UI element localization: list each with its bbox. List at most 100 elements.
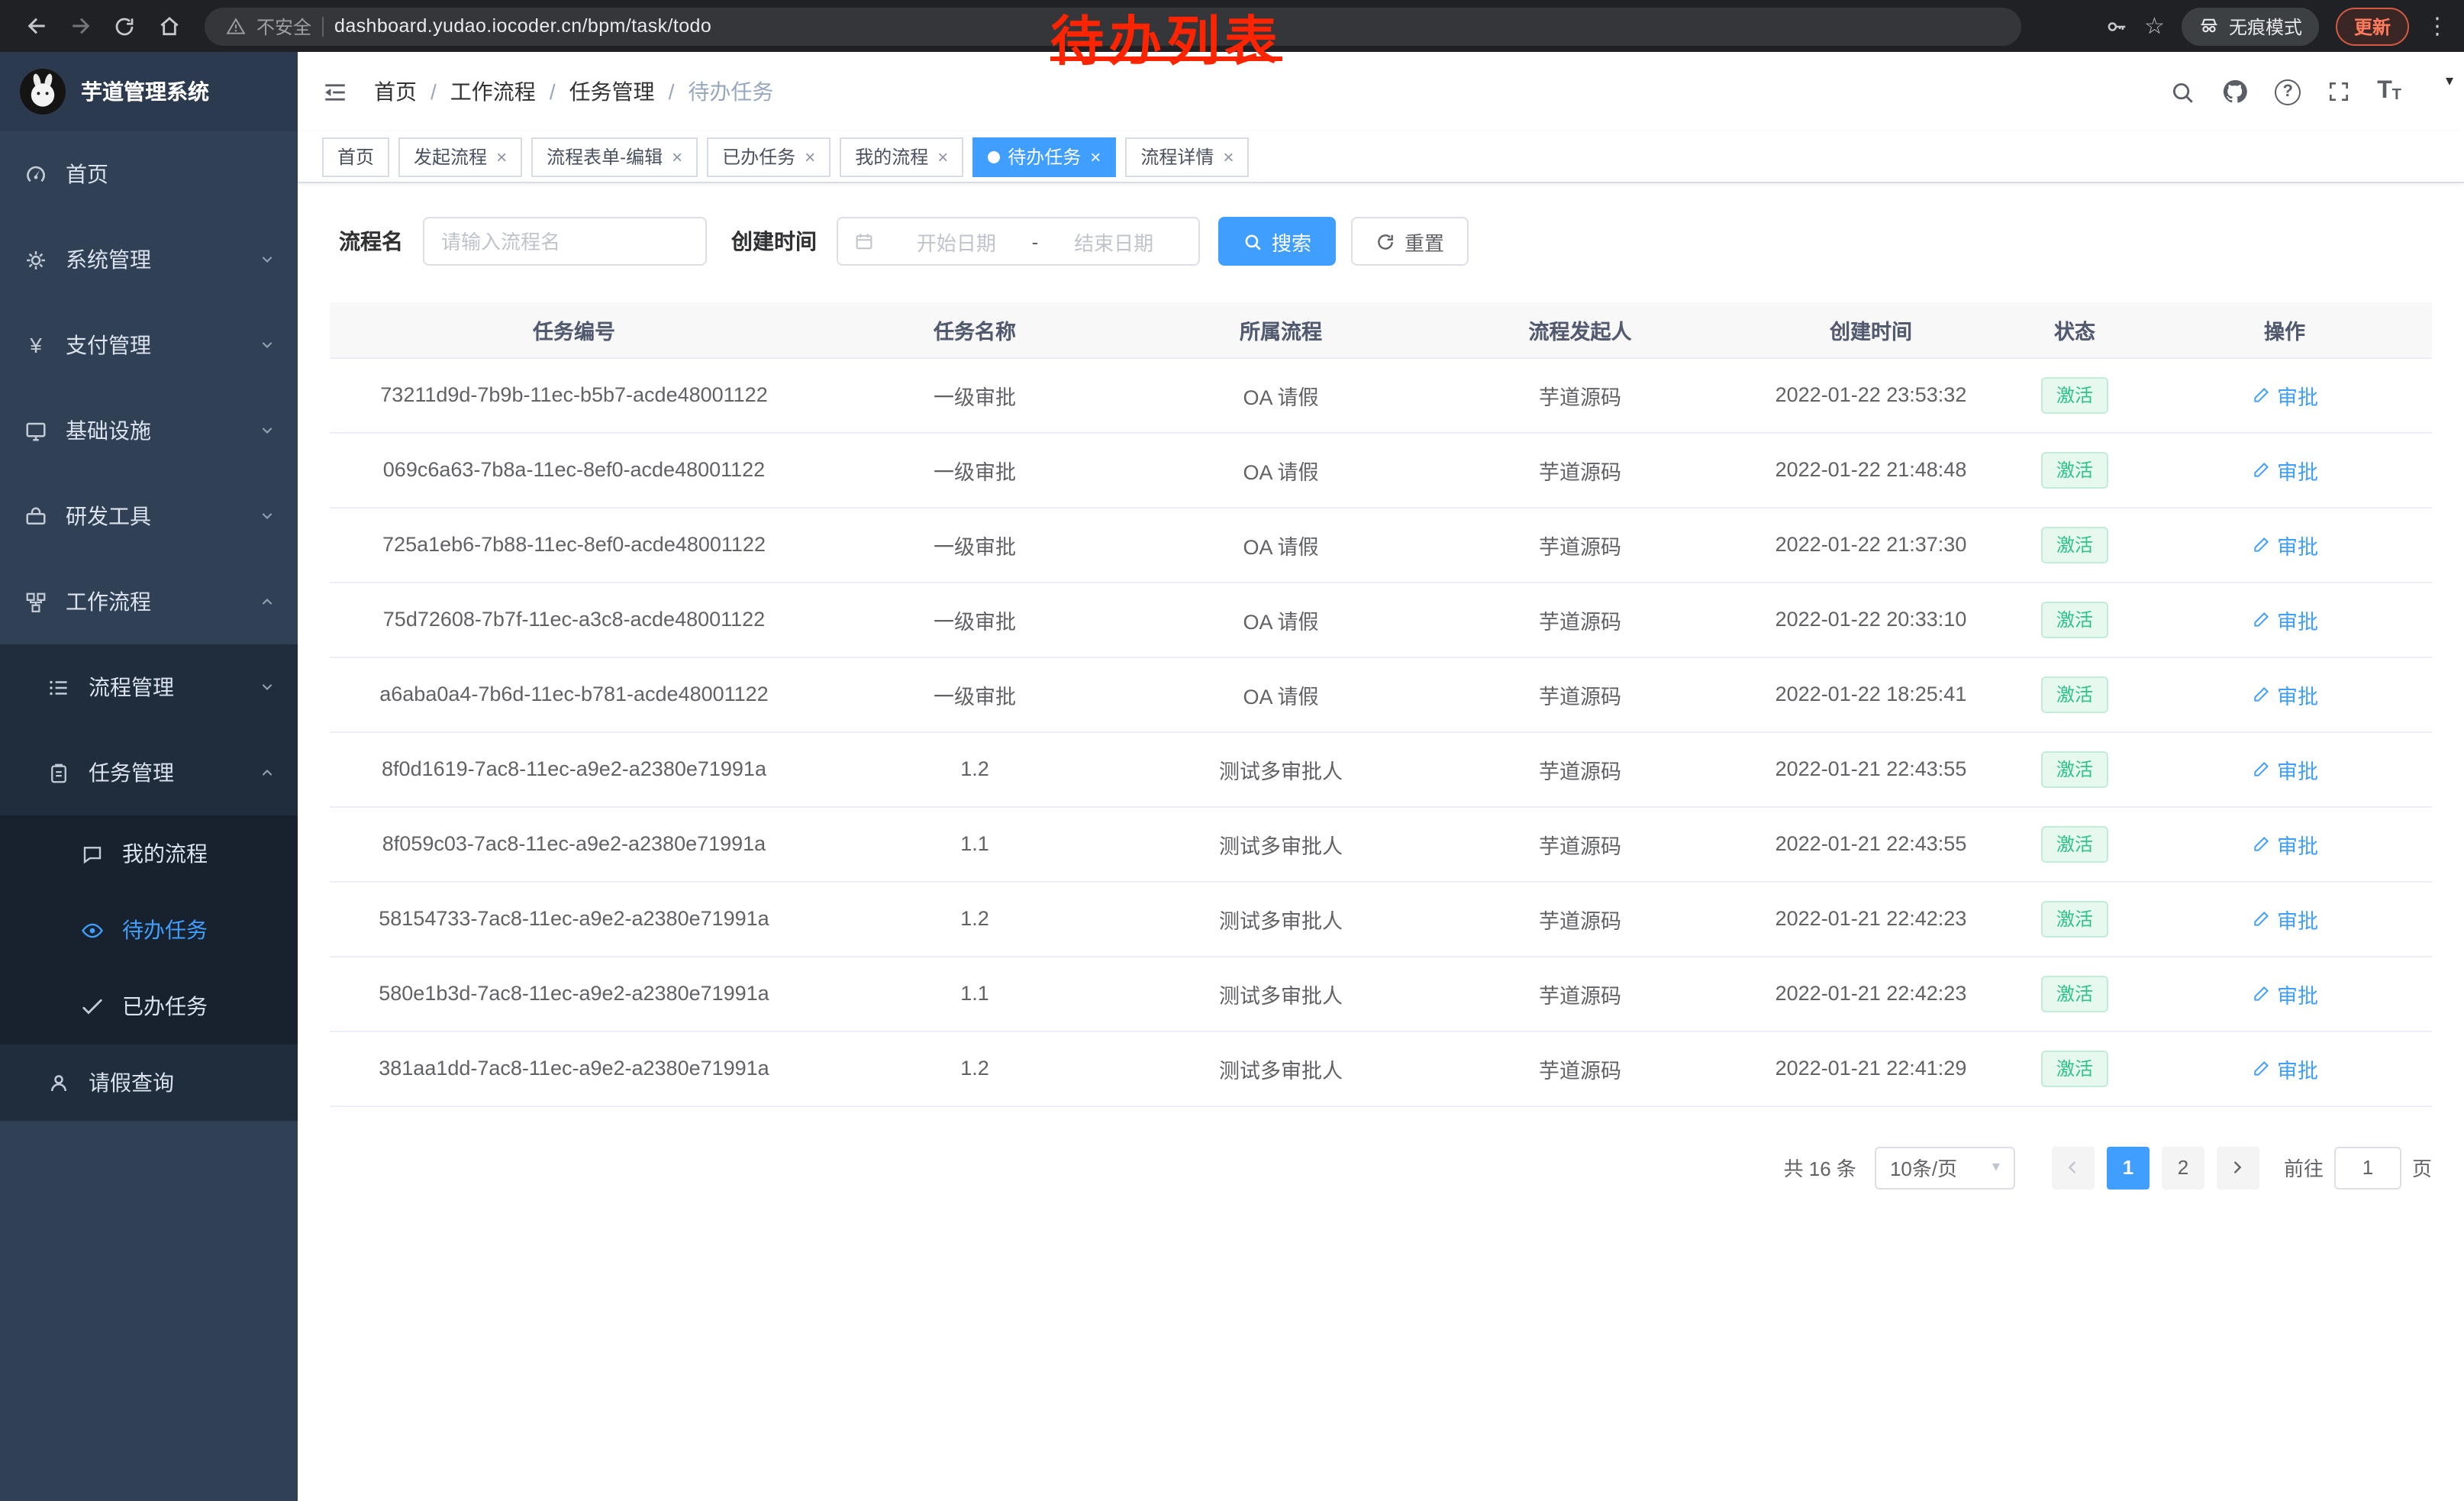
approve-link[interactable]: 审批 xyxy=(2251,978,2318,1009)
status-badge: 激活 xyxy=(2041,676,2108,712)
app-logo[interactable]: 芋道管理系统 xyxy=(0,52,298,131)
search-button-label: 搜索 xyxy=(1272,227,1311,256)
cell-process: 测试多审批人 xyxy=(1131,731,1430,806)
breadcrumb-task-management[interactable]: 任务管理 xyxy=(569,76,655,107)
sidebar-item-infrastructure[interactable]: 基础设施 xyxy=(0,388,298,473)
goto-page-input[interactable] xyxy=(2334,1146,2401,1189)
sidebar-item-home[interactable]: 首页 xyxy=(0,131,298,217)
cell-created: 2022-01-21 22:43:55 xyxy=(1730,806,2012,881)
cell-created: 2022-01-21 22:43:55 xyxy=(1730,731,2012,806)
github-icon[interactable] xyxy=(2221,78,2249,105)
tab-home[interactable]: 首页 xyxy=(322,137,389,176)
tab-my-processes[interactable]: 我的流程 × xyxy=(840,137,963,176)
browser-menu-icon[interactable]: ⋮ xyxy=(2426,15,2449,37)
close-icon[interactable]: × xyxy=(496,147,507,166)
status-badge: 激活 xyxy=(2041,376,2108,413)
approve-link[interactable]: 审批 xyxy=(2251,903,2318,934)
sidebar-item-payment[interactable]: ¥ 支付管理 xyxy=(0,302,298,388)
cell-process: OA 请假 xyxy=(1131,507,1430,582)
tab-process-detail[interactable]: 流程详情 × xyxy=(1125,137,1249,176)
approve-link[interactable]: 审批 xyxy=(2251,754,2318,784)
approve-link[interactable]: 审批 xyxy=(2251,1053,2318,1083)
cell-task-id: a6aba0a4-7b6d-11ec-b781-acde48001122 xyxy=(330,657,818,731)
date-range-picker[interactable]: 开始日期 - 结束日期 xyxy=(837,217,1200,266)
sidebar-item-leave-query[interactable]: 请假查询 xyxy=(0,1044,298,1121)
approve-label: 审批 xyxy=(2277,454,2318,485)
tab-label: 首页 xyxy=(337,144,374,169)
cell-task-name: 一级审批 xyxy=(818,357,1131,432)
browser-forward-icon[interactable] xyxy=(60,5,101,47)
cell-process: 测试多审批人 xyxy=(1131,1031,1430,1106)
cell-process: 测试多审批人 xyxy=(1131,806,1430,881)
cell-task-id: 725a1eb6-7b88-11ec-8ef0-acde48001122 xyxy=(330,507,818,582)
font-size-icon[interactable]: TT xyxy=(2377,79,2401,104)
close-icon[interactable]: × xyxy=(937,147,948,166)
tab-done-tasks[interactable]: 已办任务 × xyxy=(707,137,830,176)
browser-back-icon[interactable] xyxy=(15,5,56,47)
cell-task-name: 一级审批 xyxy=(818,432,1131,507)
browser-reload-icon[interactable] xyxy=(104,5,145,47)
sidebar-collapse-icon[interactable] xyxy=(322,79,348,105)
breadcrumb-home[interactable]: 首页 xyxy=(374,76,417,107)
column-header: 任务名称 xyxy=(818,302,1131,357)
page-button-2[interactable]: 2 xyxy=(2162,1146,2204,1189)
browser-update-button[interactable]: 更新 xyxy=(2336,7,2409,45)
approve-link[interactable]: 审批 xyxy=(2251,379,2318,410)
tab-form-edit[interactable]: 流程表单-编辑 × xyxy=(531,137,698,176)
breadcrumb-workflow[interactable]: 工作流程 xyxy=(450,76,536,107)
sidebar-item-label: 流程管理 xyxy=(89,672,174,702)
sidebar-item-my-processes[interactable]: 我的流程 xyxy=(0,815,298,892)
tab-label: 流程详情 xyxy=(1140,144,1214,169)
approve-link[interactable]: 审批 xyxy=(2251,529,2318,560)
approve-link[interactable]: 审批 xyxy=(2251,828,2318,859)
search-button[interactable]: 搜索 xyxy=(1218,217,1336,266)
help-icon[interactable]: ? xyxy=(2275,79,2301,105)
task-table: 任务编号 任务名称 所属流程 流程发起人 创建时间 状态 操作 73211d9d… xyxy=(330,302,2432,1106)
approve-link[interactable]: 审批 xyxy=(2251,679,2318,709)
browser-chrome: 不安全 dashboard.yudao.iocoder.cn/bpm/task/… xyxy=(0,0,2464,52)
dashboard-icon xyxy=(23,163,49,186)
tab-todo-tasks[interactable]: 待办任务 × xyxy=(972,137,1116,176)
process-name-label: 流程名 xyxy=(339,226,403,257)
search-icon[interactable] xyxy=(2169,79,2195,105)
sidebar-item-system[interactable]: 系统管理 xyxy=(0,217,298,302)
cell-task-name: 1.2 xyxy=(818,731,1131,806)
approve-label: 审批 xyxy=(2277,379,2318,410)
reset-button[interactable]: 重置 xyxy=(1351,217,1469,266)
page-size-select[interactable]: 10条/页 ▾ xyxy=(1875,1146,2015,1189)
bookmark-star-icon[interactable]: ☆ xyxy=(2144,15,2165,37)
close-icon[interactable]: × xyxy=(805,147,815,166)
monitor-icon xyxy=(23,419,49,442)
approve-link[interactable]: 审批 xyxy=(2251,454,2318,485)
sidebar-item-done-tasks[interactable]: 已办任务 xyxy=(0,968,298,1044)
browser-home-icon[interactable] xyxy=(148,5,189,47)
sidebar-item-workflow[interactable]: 工作流程 xyxy=(0,559,298,644)
sidebar-item-label: 首页 xyxy=(66,159,108,189)
page-button-1[interactable]: 1 xyxy=(2107,1146,2150,1189)
prev-page-button[interactable] xyxy=(2052,1146,2095,1189)
cell-task-name: 一级审批 xyxy=(818,582,1131,657)
sidebar-item-devtools[interactable]: 研发工具 xyxy=(0,473,298,559)
address-bar[interactable]: 不安全 dashboard.yudao.iocoder.cn/bpm/task/… xyxy=(205,7,2021,45)
next-page-button[interactable] xyxy=(2217,1146,2259,1189)
cell-task-name: 1.2 xyxy=(818,881,1131,956)
approve-link[interactable]: 审批 xyxy=(2251,604,2318,634)
close-icon[interactable]: × xyxy=(1223,147,1234,166)
sidebar-item-process-management[interactable]: 流程管理 xyxy=(0,644,298,730)
goto-label: 前往 xyxy=(2284,1153,2324,1182)
close-icon[interactable]: × xyxy=(672,147,682,166)
page-unit-label: 页 xyxy=(2412,1153,2432,1182)
close-icon[interactable]: × xyxy=(1090,147,1101,166)
password-key-icon[interactable] xyxy=(2104,15,2127,37)
status-badge: 激活 xyxy=(2041,750,2108,787)
incognito-icon xyxy=(2198,15,2220,37)
sidebar-item-todo-tasks[interactable]: 待办任务 xyxy=(0,892,298,968)
fullscreen-icon[interactable] xyxy=(2327,79,2351,104)
column-header: 所属流程 xyxy=(1131,302,1430,357)
process-name-input[interactable] xyxy=(423,217,707,266)
cell-task-id: 75d72608-7b7f-11ec-a3c8-acde48001122 xyxy=(330,582,818,657)
breadcrumb-current: 待办任务 xyxy=(688,76,773,107)
cell-created: 2022-01-22 21:37:30 xyxy=(1730,507,2012,582)
sidebar-item-task-management[interactable]: 任务管理 xyxy=(0,730,298,815)
tab-start-process[interactable]: 发起流程 × xyxy=(398,137,522,176)
